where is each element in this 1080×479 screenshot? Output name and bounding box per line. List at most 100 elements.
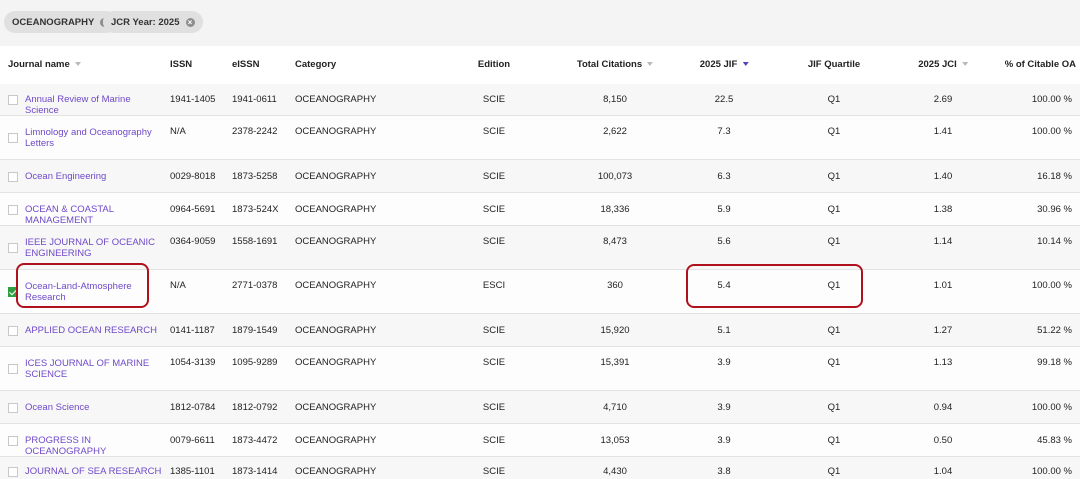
edition-cell: SCIE	[482, 324, 506, 336]
edition-cell: SCIE	[482, 236, 506, 247]
citable-oa-cell: 16.18 %	[1037, 170, 1072, 182]
row-checkbox[interactable]	[8, 133, 18, 143]
quartile-cell: Q1	[827, 203, 841, 215]
total-citations-cell: 100,073	[597, 170, 633, 182]
category-cell: OCEANOGRAPHY	[295, 170, 377, 182]
column-header-total-citations[interactable]: Total Citations	[576, 46, 654, 84]
row-checkbox[interactable]	[8, 204, 18, 215]
column-header-category: Category	[295, 46, 336, 84]
issn-cell: N/A	[170, 126, 186, 137]
issn-cell: 1812-0784	[170, 401, 216, 413]
total-citations-cell: 360	[607, 280, 623, 291]
journal-name-link[interactable]: Ocean Engineering	[25, 171, 167, 182]
edition-cell: SCIE	[482, 94, 506, 105]
category-cell: OCEANOGRAPHY	[295, 236, 377, 247]
edition-cell: ESCI	[482, 280, 506, 291]
journal-name-link[interactable]: PROGRESS IN OCEANOGRAPHY	[25, 435, 167, 457]
table-row: ICES JOURNAL OF MARINE SCIENCE 1054-3139 1…	[0, 347, 1080, 391]
citable-oa-cell: 100.00 %	[1031, 466, 1072, 477]
table-row: Ocean-Land-Atmosphere Research N/A 2771-03…	[0, 270, 1080, 314]
edition-cell: SCIE	[482, 434, 506, 446]
jif-cell: 3.9	[717, 401, 731, 413]
jif-cell: 6.3	[717, 170, 731, 182]
table-row: Ocean Engineering 0029-8018 1873-5258 OCEAN…	[0, 160, 1080, 193]
filter-chip-year[interactable]: JCR Year: 2025 ×	[103, 11, 203, 33]
column-header-label: ISSN	[170, 59, 193, 70]
column-header-label: Edition	[477, 59, 511, 70]
citable-oa-cell: 45.83 %	[1037, 434, 1072, 446]
category-cell: OCEANOGRAPHY	[295, 401, 377, 413]
category-cell: OCEANOGRAPHY	[295, 324, 377, 336]
total-citations-cell: 8,473	[603, 236, 627, 247]
category-cell: OCEANOGRAPHY	[295, 434, 377, 446]
journal-name-link[interactable]: IEEE JOURNAL OF OCEANIC ENGINEERING	[25, 237, 167, 259]
category-cell: OCEANOGRAPHY	[295, 280, 377, 291]
citable-oa-cell: 100.00 %	[1031, 280, 1072, 291]
table-row: OCEAN & COASTAL MANAGEMENT 0964-5691 1873-…	[0, 193, 1080, 226]
sort-arrow-icon[interactable]	[742, 62, 749, 67]
row-checkbox[interactable]	[8, 171, 18, 182]
table-row: PROGRESS IN OCEANOGRAPHY 0079-6611 1873-44…	[0, 424, 1080, 457]
column-header-jif[interactable]: 2025 JIF	[700, 46, 749, 84]
table-header: Journal name ISSN eISSN Category Edition…	[0, 46, 1080, 84]
quartile-cell: Q1	[827, 401, 841, 413]
row-checkbox[interactable]	[8, 243, 18, 253]
filter-chip-category[interactable]: OCEANOGRAPHY ×	[4, 11, 118, 33]
eissn-cell: 1879-1549	[232, 324, 278, 336]
edition-cell: SCIE	[482, 466, 506, 477]
total-citations-cell: 4,430	[603, 466, 627, 477]
row-checkbox[interactable]	[8, 435, 18, 446]
journal-name-link[interactable]: ICES JOURNAL OF MARINE SCIENCE	[25, 358, 167, 380]
category-cell: OCEANOGRAPHY	[295, 357, 377, 368]
jci-cell: 0.94	[933, 401, 953, 413]
column-header-jci[interactable]: 2025 JCI	[918, 46, 968, 84]
category-cell: OCEANOGRAPHY	[295, 126, 377, 137]
journal-name-link[interactable]: APPLIED OCEAN RESEARCH	[25, 325, 167, 336]
table-row: Limnology and Oceanography Letters N/A 237…	[0, 116, 1080, 160]
sort-arrow-icon[interactable]	[961, 62, 968, 67]
column-header-label: Total Citations	[576, 59, 643, 70]
jci-cell: 2.69	[933, 94, 953, 105]
highlight-box-journal	[16, 263, 149, 308]
edition-cell: SCIE	[482, 203, 506, 215]
column-header-edition: Edition	[478, 46, 510, 84]
eissn-cell: 1812-0792	[232, 401, 278, 413]
journal-name-link[interactable]: Ocean Science	[25, 402, 167, 413]
row-checkbox[interactable]	[8, 402, 18, 413]
jif-cell: 22.5	[714, 94, 734, 105]
column-header-label: 2025 JCI	[918, 59, 957, 70]
total-citations-cell: 15,391	[600, 357, 630, 368]
issn-cell: 0141-1187	[170, 324, 215, 336]
remove-filter-icon[interactable]: ×	[185, 17, 195, 27]
row-checkbox[interactable]	[8, 364, 18, 374]
journal-name-link[interactable]: JOURNAL OF SEA RESEARCH	[25, 466, 167, 477]
jif-cell: 5.1	[717, 324, 731, 336]
table-row: APPLIED OCEAN RESEARCH 0141-1187 1879-1549…	[0, 314, 1080, 347]
row-checkbox[interactable]	[8, 325, 18, 336]
jci-cell: 1.04	[933, 466, 953, 477]
sort-arrow-icon[interactable]	[74, 62, 81, 67]
jci-cell: 1.27	[933, 324, 953, 336]
issn-cell: 0079-6611	[170, 434, 215, 446]
jif-cell: 3.9	[717, 357, 731, 368]
eissn-cell: 2771-0378	[232, 280, 278, 291]
jif-cell: 5.6	[717, 236, 731, 247]
edition-cell: SCIE	[482, 357, 506, 368]
edition-cell: SCIE	[482, 170, 506, 182]
category-cell: OCEANOGRAPHY	[295, 466, 377, 477]
table-row: IEEE JOURNAL OF OCEANIC ENGINEERING 0364-…	[0, 226, 1080, 270]
journal-name-link[interactable]: Limnology and Oceanography Letters	[25, 127, 167, 149]
sort-arrow-icon[interactable]	[647, 62, 654, 67]
journal-name-link[interactable]: Annual Review of Marine Science	[25, 94, 167, 116]
row-checkbox[interactable]	[8, 467, 18, 477]
journal-name-link[interactable]: OCEAN & COASTAL MANAGEMENT	[25, 204, 167, 226]
issn-cell: 1941-1405	[170, 94, 216, 105]
quartile-cell: Q1	[827, 357, 841, 368]
row-checkbox[interactable]	[8, 95, 18, 105]
column-header-journal[interactable]: Journal name	[8, 46, 81, 84]
column-header-label: 2025 JIF	[699, 59, 738, 70]
citable-oa-cell: 99.18 %	[1037, 357, 1072, 368]
total-citations-cell: 8,150	[603, 94, 627, 105]
jci-cell: 0.50	[933, 434, 953, 446]
total-citations-cell: 18,336	[600, 203, 630, 215]
